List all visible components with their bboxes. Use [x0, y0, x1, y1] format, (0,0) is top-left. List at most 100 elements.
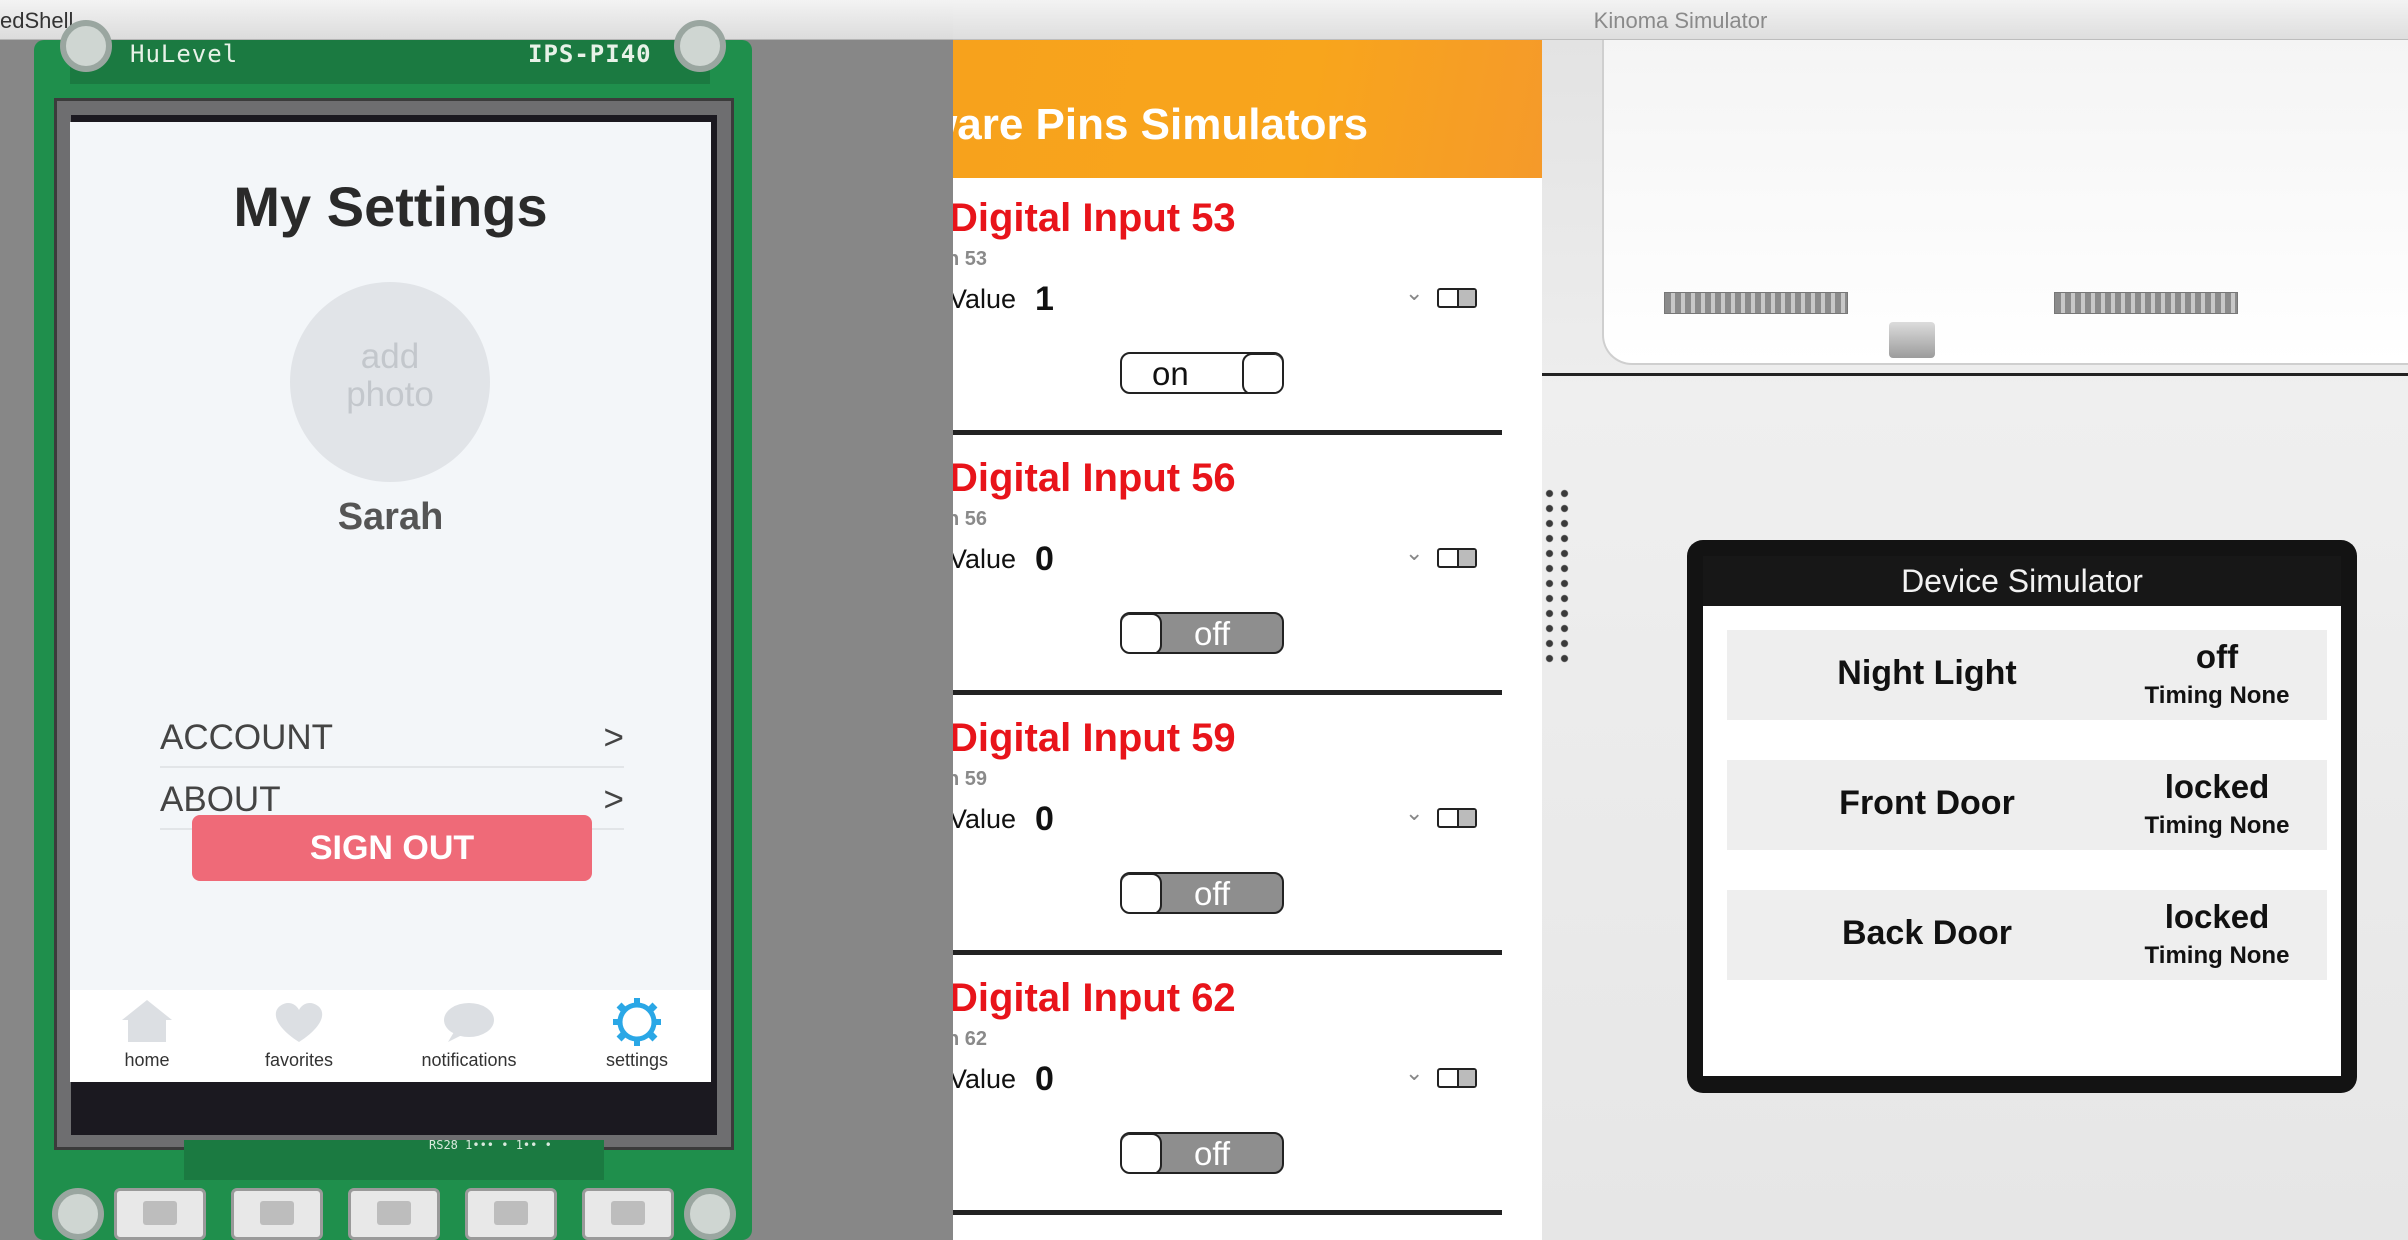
- pin-switch[interactable]: off: [1120, 612, 1284, 654]
- avatar-add-photo[interactable]: add photo: [290, 282, 490, 482]
- value-label: Value: [953, 1064, 1017, 1094]
- menu-item-label: ACCOUNT: [160, 718, 334, 757]
- board-silk-left: HuLevel: [130, 40, 239, 68]
- divider: [953, 690, 1502, 695]
- bottom-tab-bar: home favorites notifications settings: [70, 990, 711, 1082]
- device-row-back-door[interactable]: Back Door locked Timing None: [1727, 890, 2327, 980]
- switch-label: on: [1152, 355, 1189, 392]
- device-timing: Timing None: [2144, 682, 2290, 709]
- divider: [953, 430, 1502, 435]
- vent-slot: [2054, 292, 2238, 314]
- mini-toggle-icon[interactable]: [1437, 1068, 1477, 1088]
- device-state: locked: [2164, 768, 2270, 805]
- tab-favorites[interactable]: favorites: [234, 990, 364, 1082]
- switch-label: off: [1194, 615, 1231, 652]
- user-name: Sarah: [337, 496, 444, 538]
- sign-out-button[interactable]: SIGN OUT: [192, 815, 592, 881]
- mount-hole-icon: [674, 20, 726, 72]
- switch-knob[interactable]: [1122, 874, 1162, 912]
- divider: [953, 950, 1502, 955]
- chevron-down-icon[interactable]: ⌄: [1405, 540, 1423, 566]
- board-silk-right: IPS-PI40: [528, 40, 652, 68]
- mini-toggle-icon[interactable]: [1437, 548, 1477, 568]
- switch-knob[interactable]: [1122, 1134, 1162, 1172]
- device-name: Back Door: [1841, 914, 2013, 952]
- menu-item-label: ABOUT: [160, 780, 281, 819]
- hardware-pins-panel: ware Pins Simulators Digital Input 53 n …: [953, 40, 1542, 1240]
- value-label: Value: [953, 804, 1017, 834]
- hardware-button[interactable]: [231, 1188, 323, 1240]
- device-timing: Timing None: [2144, 812, 2290, 839]
- switch-knob[interactable]: [1242, 354, 1282, 392]
- add-photo-label: add photo: [346, 337, 434, 414]
- mount-hole-icon: [684, 1188, 736, 1240]
- chevron-right-icon: >: [603, 780, 624, 819]
- chevron-down-icon[interactable]: ⌄: [1405, 800, 1423, 826]
- gear-icon: [572, 998, 702, 1046]
- value-readout: 0: [1035, 1060, 1054, 1098]
- device-hardware-area: Device Simulator Night Light off Timing …: [1542, 40, 2408, 1240]
- pin-name: Digital Input 62: [953, 976, 1236, 1020]
- device-separator-line: [1542, 373, 2408, 376]
- chevron-down-icon[interactable]: ⌄: [1405, 1060, 1423, 1086]
- mount-hole-icon: [60, 20, 112, 72]
- settings-screen: My Settings add photo Sarah ACCOUNT > AB…: [70, 122, 711, 1082]
- pin-name: Digital Input 53: [953, 196, 1236, 240]
- device-state: off: [2195, 638, 2239, 675]
- mini-toggle-icon[interactable]: [1437, 808, 1477, 828]
- hardware-button[interactable]: [348, 1188, 440, 1240]
- speaker-grille-icon: [1542, 486, 1572, 666]
- pin-switch[interactable]: on: [1120, 352, 1284, 394]
- mini-toggle-icon[interactable]: [1437, 288, 1477, 308]
- pin-number: n 59: [953, 768, 988, 790]
- device-row-front-door[interactable]: Front Door locked Timing None: [1727, 760, 2327, 850]
- value-label: Value: [953, 544, 1017, 574]
- tab-settings[interactable]: settings: [572, 990, 702, 1082]
- device-simulator-title: Device Simulator: [1703, 556, 2341, 606]
- device-upper-panel: [1602, 40, 2408, 365]
- hardware-button[interactable]: [114, 1188, 206, 1240]
- mount-hole-icon: [52, 1188, 104, 1240]
- window-title: edShell: [0, 8, 74, 33]
- device-simulator-screen: Device Simulator Night Light off Timing …: [1703, 556, 2341, 1076]
- pin-number: n 56: [953, 508, 988, 530]
- heart-icon: [234, 998, 364, 1046]
- pin-card-56: Digital Input 56 n 56 Value 0 ⌄ off: [953, 438, 1542, 698]
- tab-label: favorites: [264, 1050, 334, 1070]
- tab-notifications[interactable]: notifications: [404, 990, 534, 1082]
- device-row-night-light[interactable]: Night Light off Timing None: [1727, 630, 2327, 720]
- board-silk-bottom: RS28 1••• • 1•• •: [429, 1138, 552, 1152]
- avatar-placeholder-text: add photo: [290, 338, 490, 414]
- vent-slot: [1664, 292, 1848, 314]
- tab-label: home: [124, 1050, 170, 1070]
- pin-switch[interactable]: off: [1120, 1132, 1284, 1174]
- pin-switch[interactable]: off: [1120, 872, 1284, 914]
- home-icon: [82, 998, 212, 1046]
- menu-item-account[interactable]: ACCOUNT >: [160, 706, 624, 768]
- chevron-right-icon: >: [603, 718, 624, 757]
- switch-label: off: [1194, 875, 1231, 912]
- chat-bubble-icon: [404, 998, 534, 1046]
- right-titlebar: Kinoma Simulator: [953, 0, 2408, 40]
- tab-home[interactable]: home: [82, 990, 212, 1082]
- pin-number: n 62: [953, 1028, 988, 1050]
- pin-card-62: Digital Input 62 n 62 Value 0 ⌄ off: [953, 958, 1542, 1218]
- window-title: Kinoma Simulator: [1593, 8, 1768, 33]
- kinoma-simulator-window: Kinoma Simulator ware Pins Simulators Di…: [953, 0, 2408, 1240]
- pins-header-title: ware Pins Simulators: [953, 100, 1369, 149]
- embedded-shell-window: edShell HuLevel IPS-PI40 RS28 1••• • 1••…: [0, 0, 953, 1240]
- value-readout: 0: [1035, 800, 1054, 838]
- pin-number: n 53: [953, 248, 988, 270]
- hardware-button[interactable]: [465, 1188, 557, 1240]
- switch-knob[interactable]: [1122, 614, 1162, 652]
- device-timing: Timing None: [2144, 942, 2290, 969]
- pin-card-59: Digital Input 59 n 59 Value 0 ⌄ off: [953, 698, 1542, 958]
- divider: [953, 1210, 1502, 1215]
- page-title: My Settings: [233, 175, 548, 238]
- hardware-button[interactable]: [582, 1188, 674, 1240]
- switch-label: off: [1194, 1135, 1231, 1172]
- pin-name: Digital Input 56: [953, 456, 1236, 500]
- connector-port: [1889, 322, 1935, 358]
- chevron-down-icon[interactable]: ⌄: [1405, 280, 1423, 306]
- pins-header: ware Pins Simulators: [953, 40, 1542, 178]
